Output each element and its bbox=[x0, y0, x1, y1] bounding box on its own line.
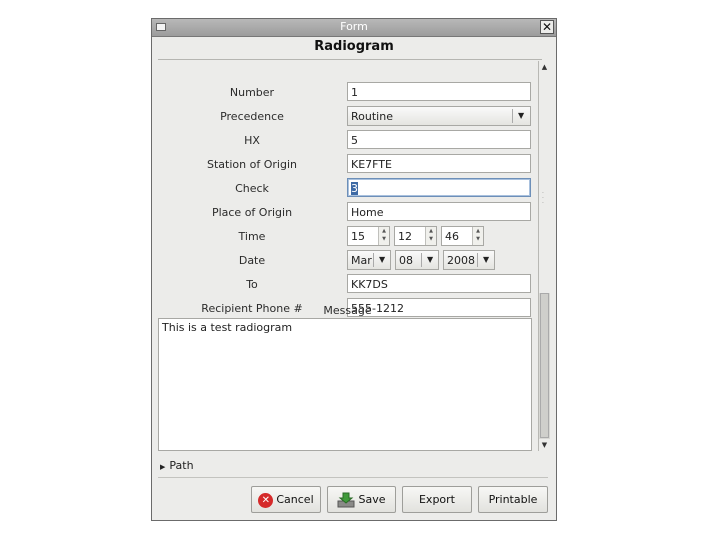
form-heading: Radiogram bbox=[314, 39, 394, 54]
year-value: 2008 bbox=[447, 254, 475, 267]
minute-value: 12 bbox=[398, 230, 412, 243]
spin-arrows-icon[interactable]: ▲ ▼ bbox=[378, 227, 389, 245]
second-spinner[interactable]: 46 ▲ ▼ bbox=[441, 226, 484, 246]
chevron-down-icon[interactable]: ▼ bbox=[483, 255, 489, 264]
scroll-up-icon[interactable]: ▲ bbox=[539, 61, 550, 73]
path-label: Path bbox=[169, 459, 194, 472]
save-button-label: Save bbox=[358, 493, 386, 506]
title-bar[interactable]: Form ✕ bbox=[152, 19, 556, 37]
month-value: Mar bbox=[351, 254, 372, 267]
combo-separator bbox=[421, 253, 422, 267]
to-field[interactable]: KK7DS bbox=[347, 274, 531, 293]
divider bbox=[158, 477, 548, 478]
to-label: To bbox=[246, 278, 258, 291]
station-of-origin-field[interactable]: KE7FTE bbox=[347, 154, 531, 173]
second-value: 46 bbox=[445, 230, 459, 243]
message-label: Message bbox=[323, 304, 372, 317]
check-field[interactable]: 3 bbox=[347, 178, 531, 197]
close-icon[interactable]: ✕ bbox=[540, 20, 554, 34]
combo-separator bbox=[477, 253, 478, 267]
save-icon bbox=[337, 492, 355, 508]
place-of-origin-field[interactable]: Home bbox=[347, 202, 531, 221]
year-select[interactable]: 2008 ▼ bbox=[443, 250, 495, 270]
day-value: 08 bbox=[399, 254, 413, 267]
number-field[interactable]: 1 bbox=[347, 82, 531, 101]
place-of-origin-label: Place of Origin bbox=[211, 206, 293, 219]
precedence-value: Routine bbox=[351, 110, 393, 123]
station-of-origin-label: Station of Origin bbox=[207, 158, 297, 171]
spin-arrows-icon[interactable]: ▲ ▼ bbox=[425, 227, 436, 245]
time-label: Time bbox=[238, 230, 266, 243]
combo-separator bbox=[373, 253, 374, 267]
cancel-button[interactable]: ✕ Cancel bbox=[251, 486, 321, 513]
number-label: Number bbox=[229, 86, 275, 99]
message-textarea[interactable]: This is a test radiogram bbox=[158, 318, 532, 451]
cancel-icon: ✕ bbox=[258, 492, 274, 508]
hx-label: HX bbox=[244, 134, 260, 147]
check-value: 3 bbox=[351, 182, 358, 195]
minute-spinner[interactable]: 12 ▲ ▼ bbox=[394, 226, 437, 246]
precedence-label: Precedence bbox=[220, 110, 284, 123]
scroll-trough[interactable]: · · · bbox=[539, 73, 550, 293]
combo-separator bbox=[512, 109, 513, 123]
day-select[interactable]: 08 ▼ bbox=[395, 250, 439, 270]
month-select[interactable]: Mar ▼ bbox=[347, 250, 391, 270]
printable-button[interactable]: Printable bbox=[478, 486, 548, 513]
hour-spinner[interactable]: 15 ▲ ▼ bbox=[347, 226, 390, 246]
scroll-down-icon[interactable]: ▼ bbox=[539, 439, 550, 451]
chevron-down-icon[interactable]: ▼ bbox=[427, 255, 433, 264]
window-title: Form bbox=[340, 20, 368, 33]
spin-arrows-icon[interactable]: ▲ ▼ bbox=[472, 227, 483, 245]
cancel-button-label: Cancel bbox=[276, 493, 314, 506]
date-label: Date bbox=[238, 254, 266, 267]
divider bbox=[158, 59, 542, 60]
hour-value: 15 bbox=[351, 230, 365, 243]
expander-arrow-icon[interactable]: ▶ bbox=[160, 463, 165, 471]
export-button[interactable]: Export bbox=[402, 486, 472, 513]
chevron-down-icon[interactable]: ▼ bbox=[518, 111, 524, 120]
hx-field[interactable]: 5 bbox=[347, 130, 531, 149]
check-label: Check bbox=[235, 182, 269, 195]
vertical-scrollbar[interactable]: ▲ · · · ▼ bbox=[538, 61, 550, 451]
chevron-down-icon[interactable]: ▼ bbox=[379, 255, 385, 264]
save-button[interactable]: Save bbox=[327, 486, 396, 513]
scroll-thumb[interactable] bbox=[540, 293, 549, 438]
form-window: Form ✕ Radiogram Number 1 Precedence Rou… bbox=[151, 18, 557, 521]
precedence-select[interactable]: Routine ▼ bbox=[347, 106, 531, 126]
grip-icon: · · · bbox=[542, 190, 544, 207]
path-expander[interactable]: ▶ Path bbox=[160, 459, 194, 472]
